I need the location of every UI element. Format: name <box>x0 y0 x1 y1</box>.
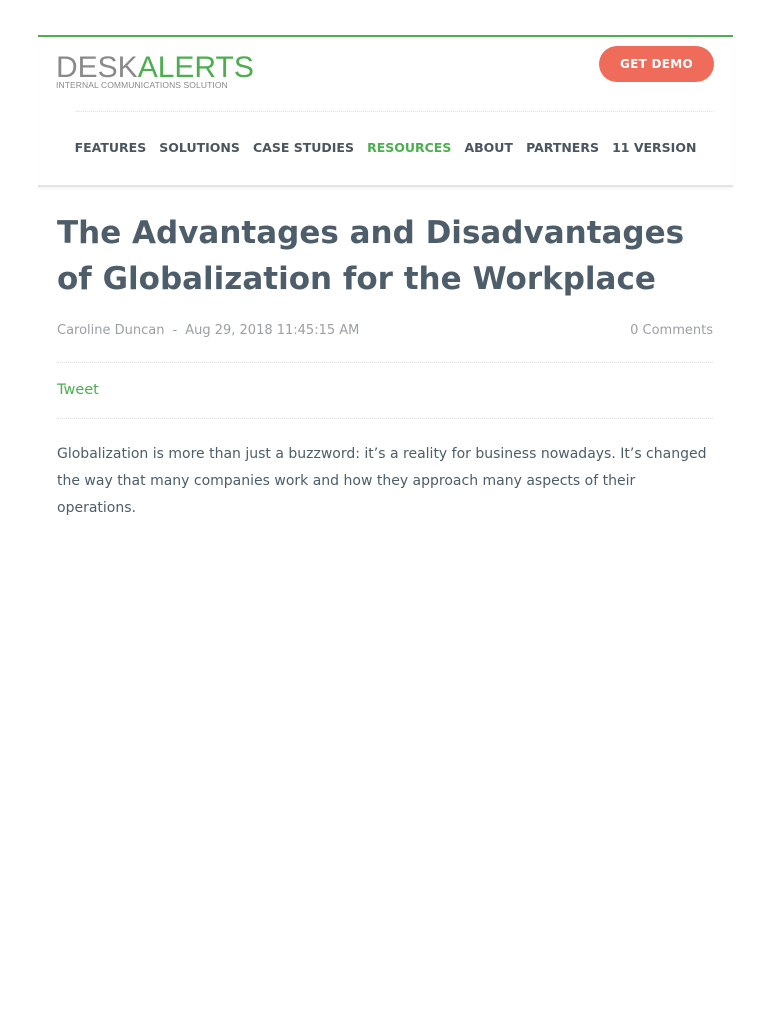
page: DESKALERTS INTERNAL COMMUNICATIONS SOLUT… <box>0 0 768 1024</box>
publish-date: Aug 29, 2018 11:45:15 AM <box>185 323 360 338</box>
article-meta: Caroline Duncan - Aug 29, 2018 11:45:15 AM… <box>57 323 713 343</box>
header-divider <box>76 111 714 112</box>
article-title: The Advantages and Disadvantages of Glob… <box>57 215 685 297</box>
nav-item-partners[interactable]: PARTNERS <box>526 140 599 155</box>
nav-item-features[interactable]: FEATURES <box>75 140 147 155</box>
meta-separator: - <box>172 323 178 338</box>
meta-divider <box>57 362 713 363</box>
get-demo-button[interactable]: GET DEMO <box>599 46 714 82</box>
nav-item-solutions[interactable]: SOLUTIONS <box>159 140 240 155</box>
site-header: DESKALERTS INTERNAL COMMUNICATIONS SOLUT… <box>38 37 733 187</box>
comments-link[interactable]: 0 Comments <box>630 323 713 338</box>
nav-item-11-version[interactable]: 11 VERSION <box>612 140 696 155</box>
main-nav: FEATURES SOLUTIONS CASE STUDIES RESOURCE… <box>38 137 733 156</box>
nav-item-case-studies[interactable]: CASE STUDIES <box>253 140 354 155</box>
tweet-link[interactable]: Tweet <box>57 382 99 398</box>
article-body-paragraph: Globalization is more than just a buzzwo… <box>57 446 707 516</box>
author-link[interactable]: Caroline Duncan <box>57 323 165 338</box>
nav-item-resources[interactable]: RESOURCES <box>367 140 451 155</box>
logo-tagline: INTERNAL COMMUNICATIONS SOLUTION <box>56 80 228 90</box>
nav-item-about[interactable]: ABOUT <box>464 140 513 155</box>
deskalerts-logo[interactable]: DESKALERTS INTERNAL COMMUNICATIONS SOLUT… <box>56 52 266 92</box>
share-divider <box>57 418 713 419</box>
